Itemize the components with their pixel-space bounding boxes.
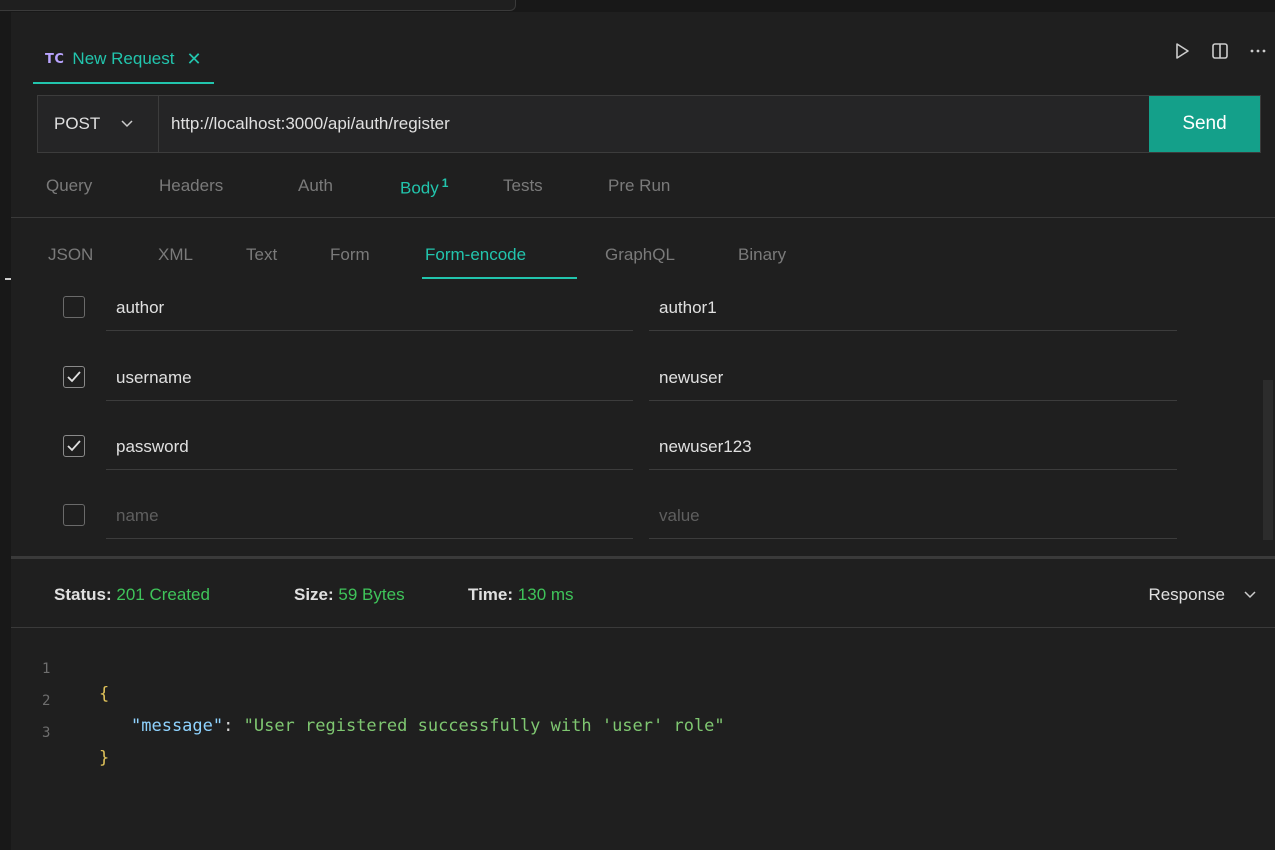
time-value: 130 ms: [517, 585, 574, 604]
tab-query[interactable]: Query: [46, 176, 92, 196]
code-line: 2 "message": "User registered successful…: [11, 664, 725, 736]
tab-binary[interactable]: Binary: [738, 245, 786, 265]
form-row: password newuser123: [11, 424, 1261, 474]
active-tab-underline: [422, 277, 577, 279]
tab-graphql[interactable]: GraphQL: [605, 245, 675, 265]
run-icon[interactable]: [1173, 42, 1191, 60]
param-value-field[interactable]: newuser: [649, 355, 1177, 401]
chevron-down-icon: [1244, 591, 1256, 599]
thunder-client-icon: TC: [45, 51, 65, 67]
size-label: Size:: [294, 585, 334, 604]
close-icon[interactable]: ✕: [186, 49, 201, 70]
left-gutter: [0, 12, 11, 850]
url-input[interactable]: [159, 96, 1149, 152]
editor-actions: [1173, 42, 1267, 60]
editor-tab-bar: TC New Request ✕: [11, 12, 1275, 84]
param-name-field[interactable]: username: [106, 355, 633, 401]
code-line: 1 {: [11, 632, 109, 704]
editor-tab-title: New Request: [72, 49, 175, 68]
checkmark-icon: [67, 371, 81, 383]
tab-json[interactable]: JSON: [48, 245, 93, 265]
tab-text[interactable]: Text: [246, 245, 277, 265]
param-value-field[interactable]: author1: [649, 285, 1177, 331]
pane-divider[interactable]: [11, 556, 1275, 559]
form-row: username newuser: [11, 355, 1261, 405]
editor-tab-new-request[interactable]: TC New Request ✕: [33, 34, 214, 84]
tab-body-badge: 1: [441, 176, 449, 190]
size-value: 59 Bytes: [338, 585, 405, 604]
form-row-empty: name value: [11, 493, 1261, 543]
scrollbar-thumb[interactable]: [1263, 380, 1273, 540]
size-readout: Size: 59 Bytes: [294, 585, 405, 605]
tab-headers[interactable]: Headers: [159, 176, 223, 196]
tab-tests[interactable]: Tests: [503, 176, 543, 196]
body-type-tabs: JSON XML Text Form Form-encode GraphQL B…: [11, 235, 1275, 285]
json-open-brace: {: [99, 684, 110, 704]
response-separator: [11, 627, 1275, 628]
tab-body[interactable]: Body 1: [400, 176, 448, 199]
json-entry: "message": "User registered successfully…: [131, 714, 725, 739]
json-close-brace: }: [99, 748, 110, 768]
time-label: Time:: [468, 585, 514, 604]
status-value: 201 Created: [116, 585, 210, 604]
tab-form-encode[interactable]: Form-encode: [425, 245, 526, 265]
param-value-field[interactable]: newuser123: [649, 424, 1177, 470]
response-view-select[interactable]: Response: [1148, 585, 1257, 605]
window-top-strip: [0, 0, 1275, 12]
checkmark-icon: [67, 440, 81, 452]
more-actions-icon[interactable]: [1249, 42, 1267, 60]
line-number: 3: [42, 725, 51, 741]
param-name-field[interactable]: author: [106, 285, 633, 331]
tab-pre-run[interactable]: Pre Run: [608, 176, 670, 196]
tab-xml[interactable]: XML: [158, 245, 193, 265]
form-encode-table: author author1 username newuser password…: [11, 285, 1275, 555]
split-editor-icon[interactable]: [1211, 42, 1229, 60]
tab-body-label: Body: [400, 178, 439, 198]
method-select[interactable]: POST: [38, 96, 159, 152]
row-checkbox[interactable]: [63, 296, 85, 318]
row-checkbox[interactable]: [63, 366, 85, 388]
time-readout: Time: 130 ms: [468, 585, 574, 605]
status-readout: Status: 201 Created: [54, 585, 210, 605]
json-colon: :: [223, 716, 244, 736]
response-body-viewer: 1 { 2 "message": "User registered succes…: [11, 630, 1275, 850]
code-line: 3 }: [11, 696, 109, 768]
form-scrollbar[interactable]: [1263, 285, 1275, 555]
form-row: author author1: [11, 285, 1261, 335]
response-status-bar: Status: 201 Created Size: 59 Bytes Time:…: [11, 575, 1275, 625]
row-checkbox[interactable]: [63, 435, 85, 457]
row-checkbox[interactable]: [63, 504, 85, 526]
json-key: "message": [131, 716, 224, 736]
tab-form[interactable]: Form: [330, 245, 370, 265]
request-url-bar: POST Send: [37, 95, 1261, 153]
status-label: Status:: [54, 585, 112, 604]
param-value-input[interactable]: value: [649, 493, 1177, 539]
tab-auth[interactable]: Auth: [298, 176, 333, 196]
json-value: "User registered successfully with 'user…: [243, 716, 725, 736]
request-tabs: Query Headers Auth Body 1 Tests Pre Run: [11, 168, 1275, 218]
background-tab-edge: [0, 0, 516, 11]
method-label: POST: [54, 114, 101, 133]
send-button[interactable]: Send: [1149, 96, 1260, 152]
chevron-down-icon: [121, 120, 133, 128]
response-view-label: Response: [1148, 585, 1225, 604]
param-name-field[interactable]: password: [106, 424, 633, 470]
param-name-input[interactable]: name: [106, 493, 633, 539]
